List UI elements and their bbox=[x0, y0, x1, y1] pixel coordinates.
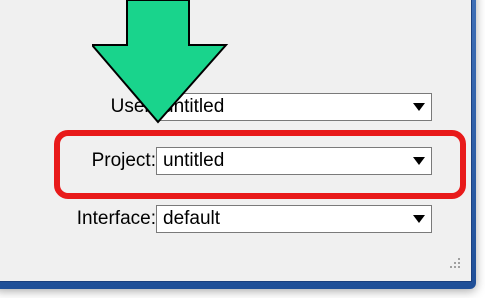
interface-value: default bbox=[163, 208, 221, 229]
resize-grip-icon[interactable] bbox=[448, 256, 462, 270]
chevron-down-icon[interactable] bbox=[407, 94, 431, 120]
chevron-down-icon[interactable] bbox=[407, 206, 431, 232]
arrow-down-icon bbox=[92, 0, 229, 124]
highlight-box bbox=[54, 130, 466, 199]
interface-label: Interface: bbox=[76, 208, 156, 229]
interface-dropdown[interactable]: default bbox=[156, 205, 432, 233]
